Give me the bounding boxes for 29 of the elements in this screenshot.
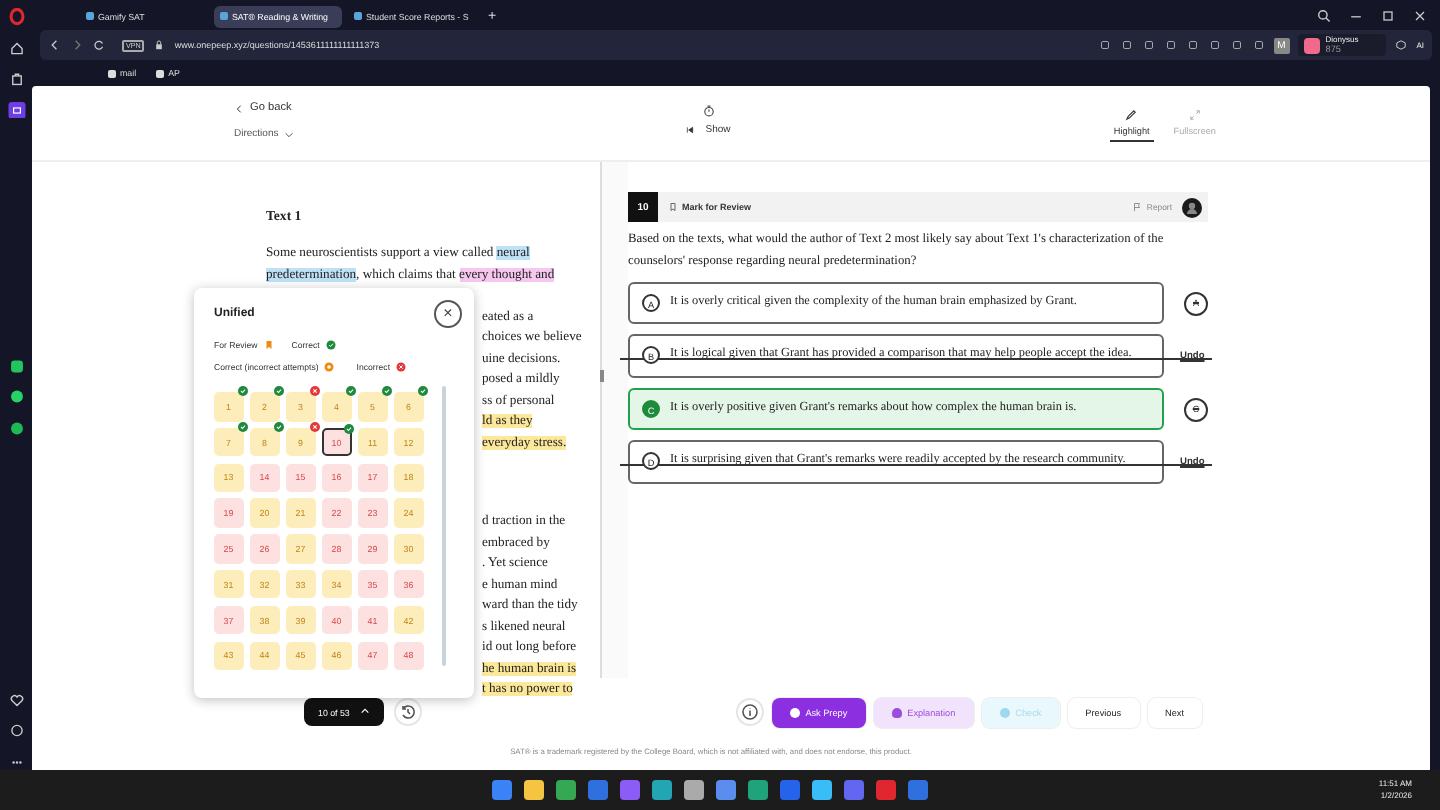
- heart-icon[interactable]: [7, 691, 25, 709]
- home-icon[interactable]: [7, 39, 25, 56]
- bag-icon[interactable]: [7, 70, 25, 87]
- maximize-icon[interactable]: [1380, 8, 1396, 24]
- lock-icon: [152, 38, 167, 52]
- scrollbar[interactable]: [441, 386, 445, 666]
- chevron-down-icon: [284, 129, 295, 139]
- collapse-icon[interactable]: [685, 126, 694, 134]
- caret-icon: [359, 706, 370, 716]
- flag-icon: [1132, 202, 1143, 212]
- check-icon: [325, 340, 336, 350]
- timer-icon: [701, 104, 715, 118]
- reload-icon[interactable]: [92, 38, 106, 52]
- dot-circle-icon: [324, 362, 335, 372]
- opera-logo-icon[interactable]: [7, 8, 25, 25]
- cube-icon[interactable]: [1394, 38, 1409, 52]
- info-icon[interactable]: [735, 698, 764, 726]
- avatar-icon[interactable]: [1182, 197, 1202, 217]
- bookmark-icon: [263, 340, 274, 350]
- search-icon[interactable]: [1316, 8, 1332, 24]
- pen-icon: [1124, 108, 1139, 122]
- close-button[interactable]: ×: [434, 300, 462, 328]
- resize-handle[interactable]: [600, 370, 604, 382]
- expand-icon: [1187, 108, 1202, 122]
- chevron-left-icon: [234, 103, 244, 113]
- close-icon[interactable]: [1412, 8, 1428, 24]
- workspace-icon[interactable]: [7, 101, 25, 118]
- bookmark-icon: [668, 202, 678, 212]
- cross-icon: [396, 362, 407, 372]
